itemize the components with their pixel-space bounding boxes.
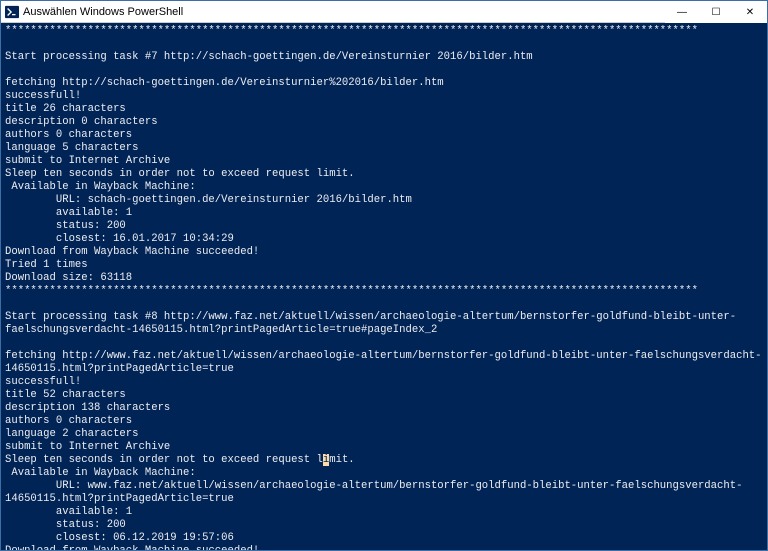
window-title: Auswählen Windows PowerShell xyxy=(23,6,665,18)
maximize-button[interactable]: ☐ xyxy=(699,1,733,23)
title-bar[interactable]: Auswählen Windows PowerShell — ☐ ✕ xyxy=(1,1,767,23)
terminal-line xyxy=(5,298,763,311)
powershell-window: Auswählen Windows PowerShell — ☐ ✕ *****… xyxy=(0,0,768,551)
terminal-line: Tried 1 times xyxy=(5,259,763,272)
terminal-line: Start processing task #8 http://www.faz.… xyxy=(5,311,763,337)
terminal-line: status: 200 xyxy=(5,519,763,532)
terminal-line xyxy=(5,337,763,350)
terminal-line: language 5 characters xyxy=(5,142,763,155)
terminal-line: URL: www.faz.net/aktuell/wissen/archaeol… xyxy=(5,480,763,506)
terminal-output[interactable]: ****************************************… xyxy=(1,23,767,550)
terminal-line: title 52 characters xyxy=(5,389,763,402)
terminal-line: Download from Wayback Machine succeeded! xyxy=(5,545,763,550)
terminal-line: ****************************************… xyxy=(5,285,763,298)
terminal-line: authors 0 characters xyxy=(5,415,763,428)
terminal-line: ****************************************… xyxy=(5,25,763,38)
terminal-line: Download size: 63118 xyxy=(5,272,763,285)
terminal-line: description 0 characters xyxy=(5,116,763,129)
terminal-line: submit to Internet Archive xyxy=(5,441,763,454)
cursor-selection: i xyxy=(323,454,329,466)
terminal-line: Download from Wayback Machine succeeded! xyxy=(5,246,763,259)
terminal-line: successfull! xyxy=(5,90,763,103)
minimize-button[interactable]: — xyxy=(665,1,699,23)
terminal-line: description 138 characters xyxy=(5,402,763,415)
terminal-line: status: 200 xyxy=(5,220,763,233)
terminal-line: available: 1 xyxy=(5,506,763,519)
close-button[interactable]: ✕ xyxy=(733,1,767,23)
terminal-line xyxy=(5,64,763,77)
terminal-line: Start processing task #7 http://schach-g… xyxy=(5,51,763,64)
terminal-line: Sleep ten seconds in order not to exceed… xyxy=(5,454,763,467)
terminal-line: fetching http://schach-goettingen.de/Ver… xyxy=(5,77,763,90)
terminal-line: closest: 06.12.2019 19:57:06 xyxy=(5,532,763,545)
terminal-line: submit to Internet Archive xyxy=(5,155,763,168)
terminal-line: authors 0 characters xyxy=(5,129,763,142)
terminal-line: fetching http://www.faz.net/aktuell/wiss… xyxy=(5,350,763,376)
powershell-icon xyxy=(5,5,19,19)
terminal-line: URL: schach-goettingen.de/Vereinsturnier… xyxy=(5,194,763,207)
terminal-line: closest: 16.01.2017 10:34:29 xyxy=(5,233,763,246)
terminal-line: title 26 characters xyxy=(5,103,763,116)
terminal-line xyxy=(5,38,763,51)
terminal-line: Available in Wayback Machine: xyxy=(5,181,763,194)
terminal-line: Available in Wayback Machine: xyxy=(5,467,763,480)
window-buttons: — ☐ ✕ xyxy=(665,1,767,22)
terminal-line: available: 1 xyxy=(5,207,763,220)
terminal-line: language 2 characters xyxy=(5,428,763,441)
terminal-line: successfull! xyxy=(5,376,763,389)
terminal-line: Sleep ten seconds in order not to exceed… xyxy=(5,168,763,181)
